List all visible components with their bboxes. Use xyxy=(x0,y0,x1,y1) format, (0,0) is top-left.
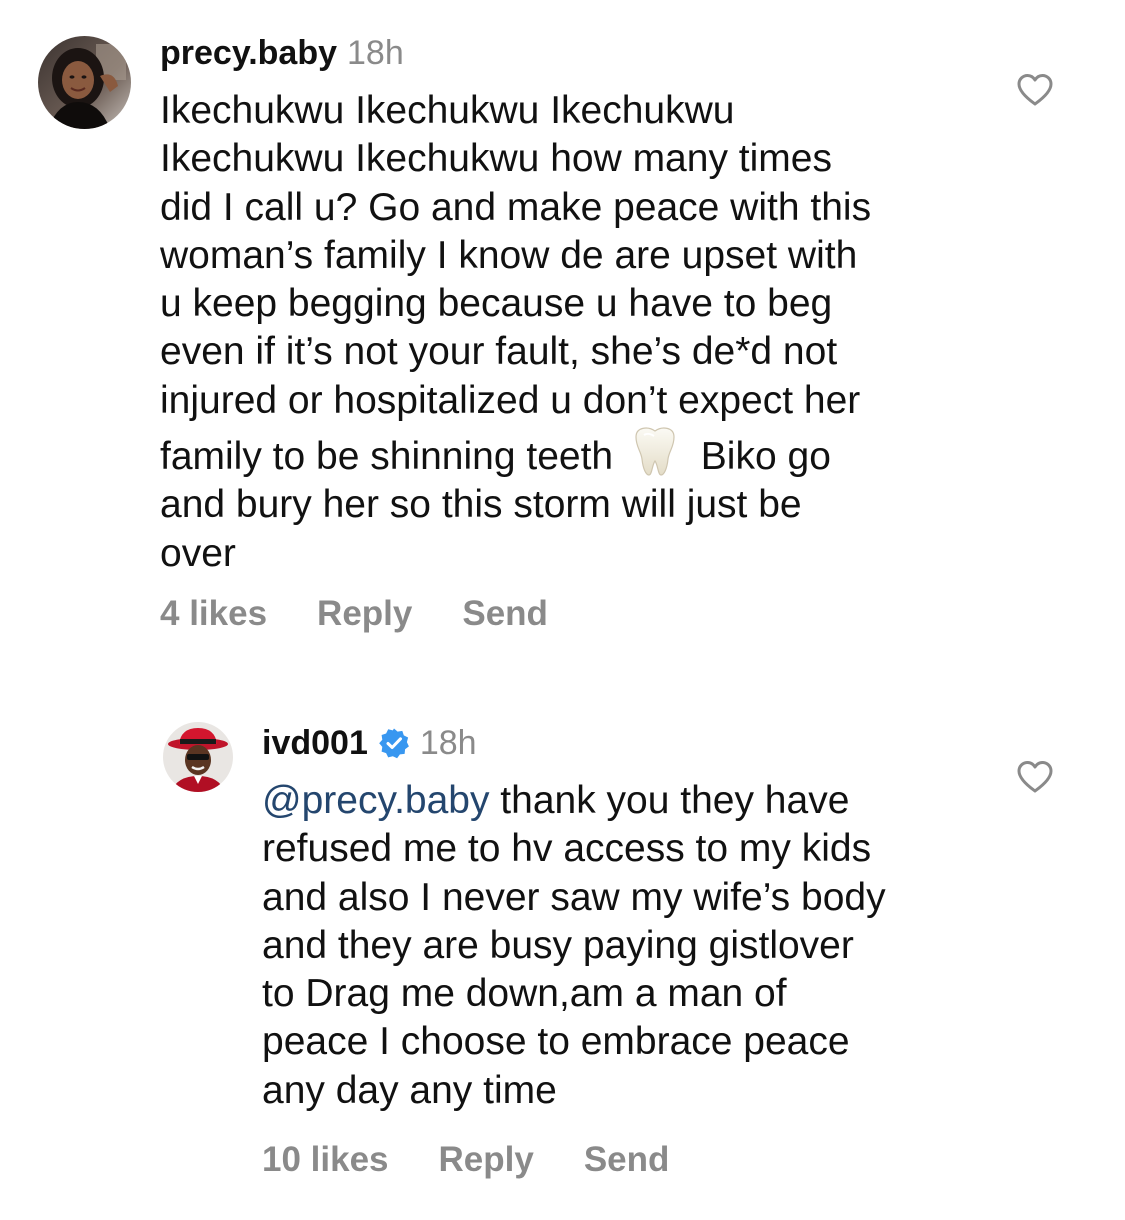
reply-comment: ivd001 18h @precy.baby thank you they ha… xyxy=(0,0,1125,1220)
comment-line: any day any time xyxy=(262,1068,557,1112)
comment-line: @precy.baby thank you they have xyxy=(262,777,982,825)
username[interactable]: ivd001 xyxy=(262,724,368,762)
verified-badge-icon xyxy=(379,728,409,759)
heart-icon[interactable] xyxy=(1016,760,1054,794)
comment-line: refused me to hv access to my kids xyxy=(262,827,872,871)
avatar-image xyxy=(163,722,233,792)
timestamp: 18h xyxy=(419,724,477,762)
comment-line: and also I never saw my wife’s body xyxy=(262,875,886,919)
avatar[interactable] xyxy=(163,722,233,792)
comment-line: and they are busy paying gistlover xyxy=(262,923,854,967)
send-button[interactable]: Send xyxy=(584,1140,670,1179)
comment-actions: 10 likes Reply Send xyxy=(262,1140,719,1180)
mention-link[interactable]: @precy.baby xyxy=(262,779,489,822)
comment-header: ivd001 18h xyxy=(262,723,477,763)
reply-button[interactable]: Reply xyxy=(439,1140,534,1179)
comment-line: peace I choose to embrace peace xyxy=(262,1020,850,1064)
comment-line-part: thank you they have xyxy=(489,779,850,822)
comment-text: @precy.baby thank you they have refused … xyxy=(262,777,982,1115)
comment-line: to Drag me down,am a man of xyxy=(262,972,787,1016)
likes-count[interactable]: 10 likes xyxy=(262,1140,389,1179)
